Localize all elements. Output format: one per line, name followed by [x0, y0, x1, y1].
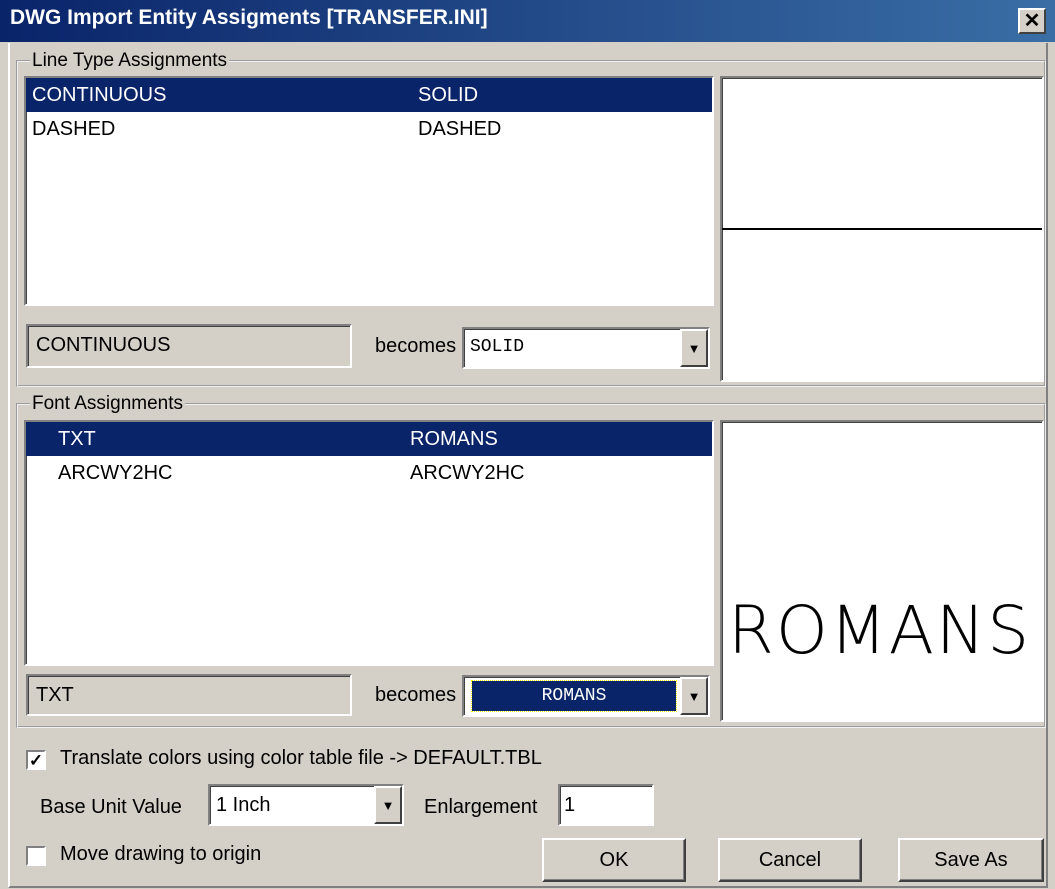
base-unit-label: Base Unit Value [40, 796, 182, 818]
base-unit-dropdown-button[interactable]: ▼ [374, 786, 402, 824]
enlargement-value: 1 [564, 794, 576, 816]
move-origin-label: Move drawing to origin [60, 843, 262, 865]
font-legend: Font Assignments [30, 393, 186, 415]
save-as-button[interactable]: Save As [898, 838, 1044, 882]
line-type-row[interactable]: CONTINUOUS SOLID [26, 78, 712, 112]
window-title: DWG Import Entity Assigments [TRANSFER.I… [10, 6, 488, 29]
enlargement-input[interactable]: 1 [558, 784, 654, 826]
font-list[interactable]: TXT ROMANS ARCWY2HC ARCWY2HC [24, 420, 714, 666]
base-unit-combo[interactable]: 1 Inch ▼ [208, 784, 404, 826]
move-origin-checkbox[interactable] [26, 846, 46, 866]
line-type-combo[interactable]: SOLID ▼ [462, 327, 710, 369]
close-button[interactable]: ✕ [1018, 8, 1046, 34]
font-to: ARCWY2HC [410, 462, 525, 484]
font-row[interactable]: ARCWY2HC ARCWY2HC [26, 456, 712, 490]
font-current: TXT [26, 674, 352, 716]
translate-colors-label: Translate colors using color table file … [60, 747, 542, 769]
chevron-down-icon: ▼ [381, 797, 395, 813]
line-type-becomes-label: becomes [375, 335, 457, 357]
check-icon: ✓ [28, 750, 44, 770]
line-type-to: DASHED [418, 118, 502, 140]
font-becomes-label: becomes [375, 684, 457, 706]
ok-button[interactable]: OK [542, 838, 686, 882]
font-row[interactable]: TXT ROMANS [26, 422, 712, 456]
line-type-from: CONTINUOUS [32, 84, 167, 106]
chevron-down-icon: ▼ [687, 340, 701, 356]
line-type-legend: Line Type Assignments [30, 50, 230, 72]
base-unit-value: 1 Inch [216, 794, 271, 816]
chevron-down-icon: ▼ [687, 688, 701, 704]
font-from: TXT [58, 428, 96, 450]
font-combo[interactable]: ROMANS ▼ [462, 675, 710, 717]
title-bar[interactable]: DWG Import Entity Assigments [TRANSFER.I… [0, 0, 1055, 42]
line-type-from: DASHED [32, 118, 116, 140]
close-icon: ✕ [1023, 10, 1041, 32]
line-type-dropdown-button[interactable]: ▼ [680, 329, 708, 367]
line-type-combo-value: SOLID [470, 337, 525, 357]
line-type-row[interactable]: DASHED DASHED [26, 112, 712, 146]
line-type-to: SOLID [418, 84, 479, 106]
line-preview-stroke [722, 228, 1042, 230]
font-from: ARCWY2HC [58, 462, 173, 484]
translate-colors-checkbox[interactable]: ✓ [26, 750, 46, 770]
line-type-list[interactable]: CONTINUOUS SOLID DASHED DASHED [24, 76, 714, 306]
line-type-preview [720, 76, 1044, 382]
font-combo-value: ROMANS [471, 680, 677, 712]
font-to: ROMANS [410, 428, 498, 450]
cancel-button[interactable]: Cancel [718, 838, 862, 882]
font-preview-text: ROMANS [728, 592, 1032, 669]
font-preview: ROMANS [720, 420, 1044, 722]
line-type-current: CONTINUOUS [26, 324, 352, 368]
enlargement-label: Enlargement [424, 796, 538, 818]
font-dropdown-button[interactable]: ▼ [680, 677, 708, 715]
